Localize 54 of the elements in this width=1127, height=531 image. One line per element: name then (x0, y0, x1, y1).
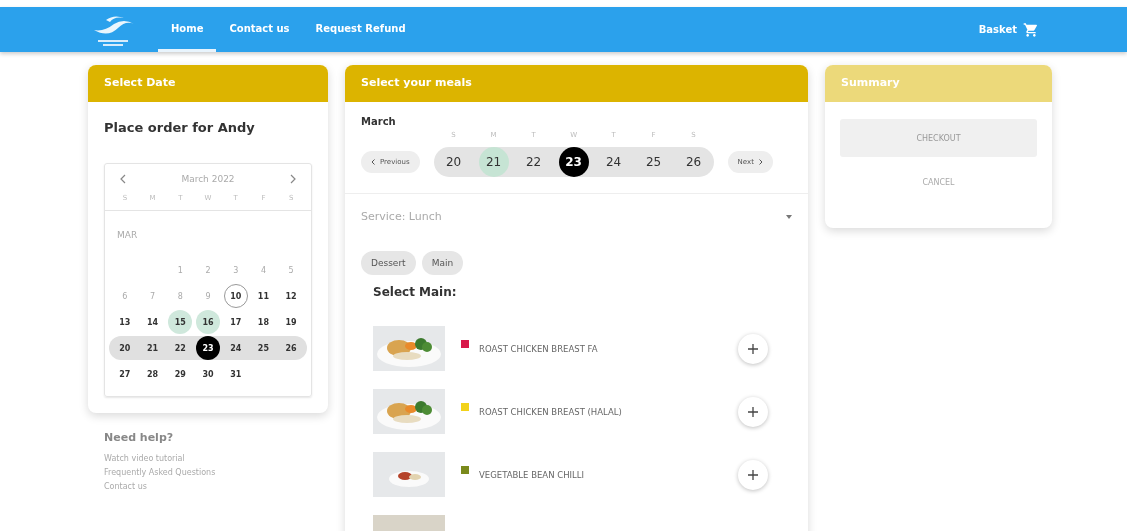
chevron-left-icon (371, 159, 375, 165)
add-button[interactable] (738, 333, 768, 364)
section-heading: Select Main: (372, 284, 458, 301)
card-title: Summary (825, 65, 1052, 102)
card-title: Select Date (88, 65, 328, 102)
add-button[interactable] (738, 459, 768, 490)
calendar-day[interactable]: 28 (140, 362, 165, 386)
calendar-day[interactable]: 26 (279, 336, 304, 360)
plus-icon (748, 343, 758, 354)
calendar-day[interactable]: 25 (251, 336, 276, 360)
previous-month-icon[interactable] (119, 174, 127, 184)
calendar-day[interactable]: 31 (223, 362, 248, 386)
day-button[interactable]: 21 (478, 147, 509, 177)
day-button[interactable]: 24 (598, 147, 629, 177)
calendar-day[interactable]: 29 (168, 362, 193, 386)
calendar-day[interactable]: 19 (279, 310, 304, 334)
plus-icon (748, 406, 758, 417)
month-label: March (361, 116, 397, 127)
category-chip[interactable]: Main (421, 251, 464, 275)
help-heading: Need help? (104, 431, 175, 444)
calendar-day[interactable]: 18 (251, 310, 276, 334)
day-button[interactable]: 23 (558, 147, 589, 177)
day-button[interactable]: 20 (438, 147, 469, 177)
day-button[interactable]: 26 (678, 147, 709, 177)
next-month-icon[interactable] (289, 174, 297, 184)
day-button[interactable]: 25 (638, 147, 669, 177)
calendar-day[interactable]: 13 (112, 310, 137, 334)
add-button[interactable] (738, 396, 768, 427)
cart-icon (1023, 21, 1039, 38)
calendar-day[interactable]: 27 (112, 362, 137, 386)
chevron-right-icon (758, 159, 763, 165)
calendar-day[interactable]: 12 (279, 284, 304, 308)
calendar-day[interactable]: 30 (196, 362, 220, 386)
calendar-day[interactable]: 16 (196, 310, 220, 334)
category-chip[interactable]: Dessert (361, 251, 416, 275)
card-title: Select your meals (345, 65, 808, 102)
calendar-day[interactable]: 23 (196, 336, 220, 360)
dropdown-icon[interactable] (786, 214, 792, 219)
calendar-day[interactable]: 15 (168, 310, 193, 334)
calendar-day[interactable]: 14 (140, 310, 165, 334)
calendar-day[interactable]: 21 (140, 336, 165, 360)
calendar-day[interactable]: 24 (223, 336, 248, 360)
order-heading: Place order for Andy (103, 119, 256, 135)
calendar-day[interactable]: 17 (223, 310, 248, 334)
calendar-day[interactable]: 22 (168, 336, 193, 360)
meal-name: ROAST CHICKEN BREAST (HALAL) (479, 406, 623, 417)
meal-name: ROAST CHICKEN BREAST FA (479, 343, 599, 354)
month-label: March 2022 (181, 174, 235, 184)
plus-icon (748, 469, 758, 480)
meal-name: VEGETABLE BEAN CHILLI (479, 469, 586, 480)
day-button[interactable]: 22 (518, 147, 549, 177)
calendar-day[interactable]: 20 (112, 336, 137, 360)
month-abbreviation: MAR (117, 230, 138, 240)
calendar-day[interactable]: 11 (251, 284, 276, 308)
